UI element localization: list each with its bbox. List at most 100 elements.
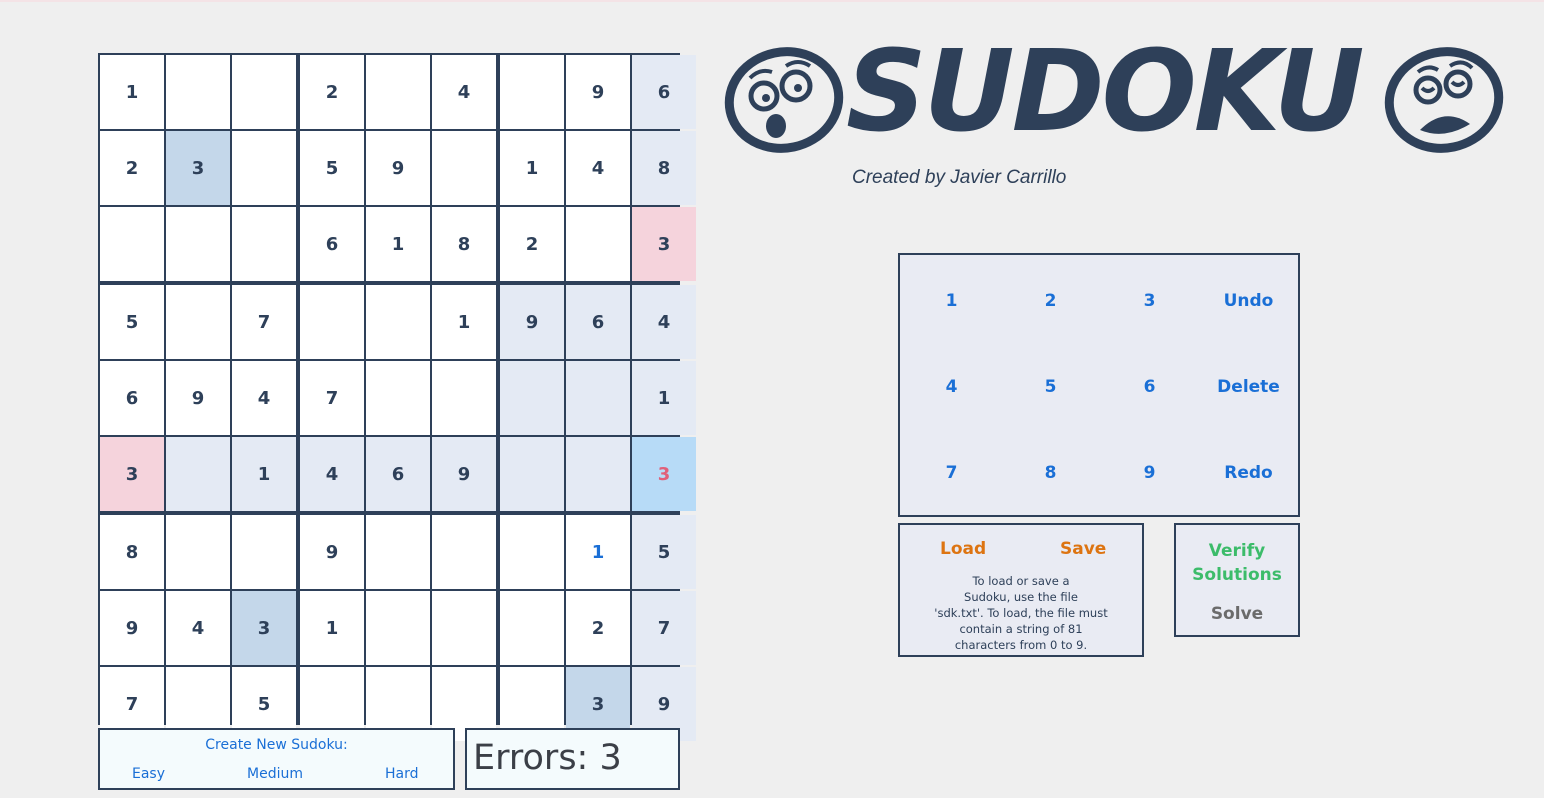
board-cell[interactable]: 5: [300, 131, 364, 205]
board-cell[interactable]: 3: [632, 207, 696, 281]
board-cell[interactable]: 4: [566, 131, 630, 205]
board-cell[interactable]: 5: [100, 285, 164, 359]
board-cell[interactable]: 4: [232, 361, 296, 435]
board-cell[interactable]: 2: [100, 131, 164, 205]
top-accent-line: [0, 0, 1544, 2]
undo-button[interactable]: Undo: [1199, 291, 1298, 311]
board-cell[interactable]: 1: [500, 131, 564, 205]
board-cell[interactable]: [432, 591, 496, 665]
board-cell[interactable]: 8: [632, 131, 696, 205]
board-cell[interactable]: 3: [232, 591, 296, 665]
board-cell[interactable]: [166, 207, 230, 281]
board-cell[interactable]: 1: [566, 515, 630, 589]
board-cell[interactable]: [566, 437, 630, 511]
board-cell[interactable]: [100, 207, 164, 281]
redo-button[interactable]: Redo: [1199, 463, 1298, 483]
board-cell[interactable]: 3: [632, 437, 696, 511]
board-cell[interactable]: [232, 131, 296, 205]
medium-button[interactable]: Medium: [247, 766, 303, 782]
easy-button[interactable]: Easy: [132, 766, 165, 782]
file-note-line: 'sdk.txt'. To load, the file must: [934, 606, 1108, 620]
board-cell[interactable]: [500, 437, 564, 511]
board-cell[interactable]: [232, 55, 296, 129]
file-note-line: contain a string of 81: [959, 622, 1083, 636]
board-cell[interactable]: 1: [100, 55, 164, 129]
verify-label-line2: Solutions: [1192, 565, 1282, 585]
board-cell[interactable]: [232, 515, 296, 589]
key-1[interactable]: 1: [902, 291, 1001, 311]
board-cell[interactable]: 6: [632, 55, 696, 129]
file-panel: Load Save To load or save a Sudoku, use …: [898, 523, 1144, 657]
board-cell[interactable]: 1: [232, 437, 296, 511]
board-cell[interactable]: 6: [366, 437, 430, 511]
board-cell[interactable]: [566, 361, 630, 435]
board-cell[interactable]: 2: [500, 207, 564, 281]
board-cell[interactable]: 1: [432, 285, 496, 359]
board-cell[interactable]: [566, 207, 630, 281]
board-cell[interactable]: 3: [166, 131, 230, 205]
board-cell[interactable]: [232, 207, 296, 281]
file-note-line: characters from 0 to 9.: [954, 638, 1088, 652]
board-cell[interactable]: 1: [632, 361, 696, 435]
board-cell[interactable]: 8: [432, 207, 496, 281]
board-cell[interactable]: 9: [500, 285, 564, 359]
errors-panel: Errors: 3: [465, 728, 680, 790]
board-cell[interactable]: [366, 361, 430, 435]
delete-button[interactable]: Delete: [1199, 377, 1298, 397]
key-3[interactable]: 3: [1100, 291, 1199, 311]
board-cell[interactable]: [300, 285, 364, 359]
board-cell[interactable]: 2: [566, 591, 630, 665]
key-9[interactable]: 9: [1100, 463, 1199, 483]
board-cell[interactable]: 9: [366, 131, 430, 205]
board-cell[interactable]: 6: [100, 361, 164, 435]
key-4[interactable]: 4: [902, 377, 1001, 397]
load-button[interactable]: Load: [940, 539, 986, 559]
board-cell[interactable]: 4: [300, 437, 364, 511]
board-cell[interactable]: 4: [166, 591, 230, 665]
board-cell[interactable]: [366, 55, 430, 129]
key-7[interactable]: 7: [902, 463, 1001, 483]
key-6[interactable]: 6: [1100, 377, 1199, 397]
board-cell[interactable]: [366, 591, 430, 665]
hard-button[interactable]: Hard: [385, 766, 419, 782]
solve-button[interactable]: Solve: [1176, 604, 1298, 624]
save-button[interactable]: Save: [1060, 539, 1106, 559]
board-cell[interactable]: 8: [100, 515, 164, 589]
new-sudoku-panel: Create New Sudoku: Easy Medium Hard: [98, 728, 455, 790]
board-cell[interactable]: 5: [632, 515, 696, 589]
board-cell[interactable]: 9: [566, 55, 630, 129]
board-cell[interactable]: 1: [300, 591, 364, 665]
board-cell[interactable]: 9: [166, 361, 230, 435]
key-2[interactable]: 2: [1001, 291, 1100, 311]
board-cell[interactable]: 4: [632, 285, 696, 359]
board-cell[interactable]: [166, 437, 230, 511]
board-cell[interactable]: [366, 285, 430, 359]
board-cell[interactable]: 1: [366, 207, 430, 281]
board-cell[interactable]: 7: [232, 285, 296, 359]
board-cell[interactable]: [500, 55, 564, 129]
board-cell[interactable]: 9: [432, 437, 496, 511]
board-cell[interactable]: [500, 361, 564, 435]
board-cell[interactable]: 2: [300, 55, 364, 129]
board-cell[interactable]: [500, 515, 564, 589]
board-cell[interactable]: [166, 515, 230, 589]
board-cell[interactable]: [366, 515, 430, 589]
board-cell[interactable]: 6: [566, 285, 630, 359]
key-8[interactable]: 8: [1001, 463, 1100, 483]
verify-solutions-button[interactable]: Verify Solutions: [1176, 539, 1298, 587]
board-cell[interactable]: 9: [300, 515, 364, 589]
board-cell[interactable]: 4: [432, 55, 496, 129]
board-cell[interactable]: 3: [100, 437, 164, 511]
board-cell[interactable]: 7: [632, 591, 696, 665]
board-cell[interactable]: [432, 131, 496, 205]
board-cell[interactable]: [166, 55, 230, 129]
board-cell[interactable]: [500, 591, 564, 665]
board-cell[interactable]: 9: [100, 591, 164, 665]
sudoku-board: 1249623591486182357196469471314693891594…: [98, 53, 696, 741]
board-cell[interactable]: 7: [300, 361, 364, 435]
key-5[interactable]: 5: [1001, 377, 1100, 397]
board-cell[interactable]: [166, 285, 230, 359]
board-cell[interactable]: 6: [300, 207, 364, 281]
board-cell[interactable]: [432, 515, 496, 589]
board-cell[interactable]: [432, 361, 496, 435]
